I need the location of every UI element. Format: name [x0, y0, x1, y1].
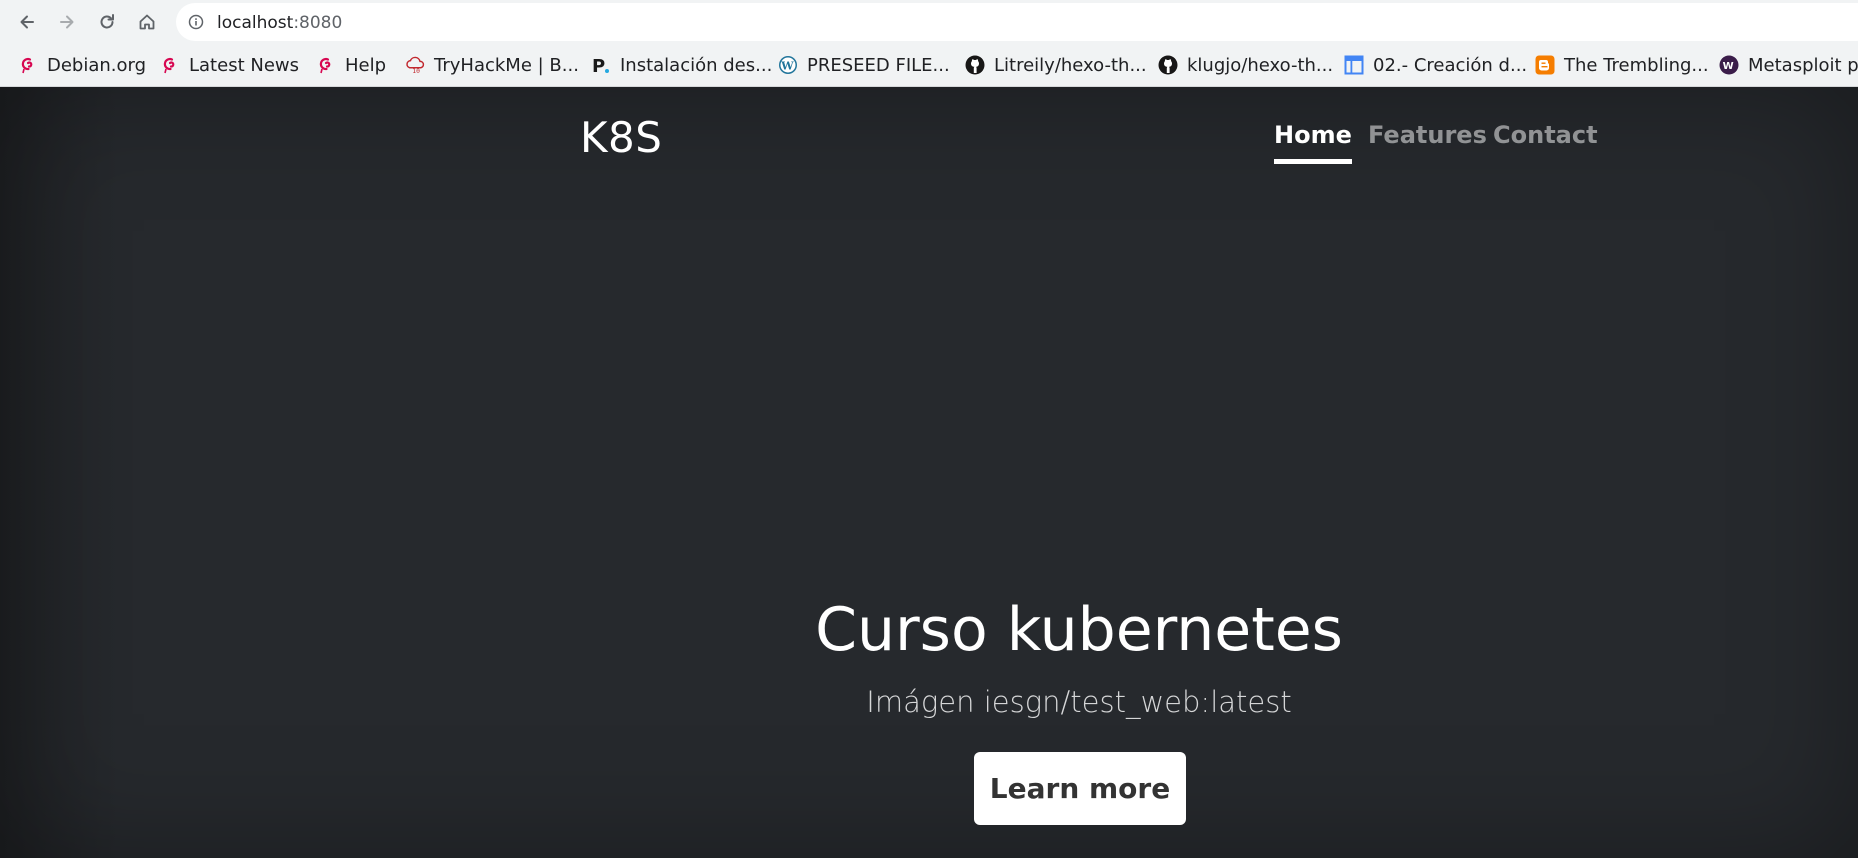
nav-link-contact[interactable]: Contact — [1493, 121, 1598, 159]
reload-icon — [100, 14, 114, 29]
github-icon — [965, 55, 985, 75]
hero-subtitle: Imágen iesgn/test_web:latest — [866, 685, 1292, 719]
url-host: localhost — [217, 13, 294, 33]
learn-more-button[interactable]: Learn more — [974, 752, 1186, 825]
bookmark-debian-org[interactable]: Debian.org — [18, 45, 146, 85]
address-bar[interactable]: localhost:8080 — [176, 3, 1858, 41]
bookmark-creacion[interactable]: 02.- Creación d... — [1344, 45, 1527, 85]
bookmark-label: 02.- Creación d... — [1373, 54, 1528, 76]
bookmark-litreily-hexo[interactable]: Litreily/hexo-th... — [965, 45, 1147, 85]
tryhackme-cloud-icon: 10 — [405, 55, 425, 75]
svg-text:10: 10 — [412, 68, 420, 75]
bookmark-label: Latest News — [189, 54, 299, 76]
back-arrow-icon — [20, 15, 34, 29]
site-brand[interactable]: K8S — [580, 113, 662, 162]
github-icon — [1158, 55, 1178, 75]
page-content: K8S Home Features Contact Curso kubernet… — [0, 87, 1858, 858]
bookmark-help[interactable]: Help — [316, 45, 386, 85]
bookmark-label: Debian.org — [47, 54, 147, 76]
nav-link-features[interactable]: Features — [1368, 121, 1487, 159]
svg-text:W: W — [780, 60, 794, 73]
url-text[interactable]: localhost:8080 — [217, 13, 342, 33]
bookmark-label: Help — [345, 54, 387, 76]
wordpress-icon: W — [778, 55, 798, 75]
nav-link-home[interactable]: Home — [1274, 121, 1352, 164]
svg-text:W: W — [1723, 61, 1734, 72]
google-sites-icon — [1344, 55, 1364, 75]
bookmark-preseed-file[interactable]: W PRESEED FILE... — [778, 45, 950, 85]
home-button[interactable] — [131, 6, 163, 38]
bookmark-label: klugjo/hexo-th... — [1187, 54, 1334, 76]
bookmark-label: PRESEED FILE... — [807, 54, 950, 76]
browser-toolbar: localhost:8080 — [0, 0, 1858, 45]
bookmark-label: The Trembling... — [1564, 54, 1709, 76]
bookmark-label: Instalación des... — [620, 54, 773, 76]
forward-arrow-icon — [60, 15, 74, 29]
bookmark-instalacion[interactable]: P Instalación des... — [591, 45, 772, 85]
bookmark-tryhackme[interactable]: 10 TryHackMe | B... — [405, 45, 579, 85]
bookmark-label: Metasploit pa — [1748, 54, 1858, 76]
svg-text:P: P — [592, 56, 605, 75]
bookmark-klugjo-hexo[interactable]: klugjo/hexo-th... — [1158, 45, 1333, 85]
forward-button[interactable] — [51, 6, 83, 38]
home-icon — [139, 14, 155, 30]
metasploit-icon: W — [1719, 55, 1739, 75]
bookmark-label: TryHackMe | B... — [434, 54, 579, 76]
debian-swirl-icon — [160, 55, 180, 75]
bookmark-latest-news[interactable]: Latest News — [160, 45, 299, 85]
site-info-icon[interactable] — [188, 14, 204, 30]
p-letter-icon: P — [591, 55, 611, 75]
bookmark-metasploit[interactable]: W Metasploit pa — [1719, 45, 1858, 85]
debian-swirl-icon — [18, 55, 38, 75]
debian-swirl-icon — [316, 55, 336, 75]
bookmark-the-trembling[interactable]: The Trembling... — [1535, 45, 1709, 85]
hero-title: Curso kubernetes — [815, 595, 1343, 665]
reload-button[interactable] — [91, 6, 123, 38]
bookmarks-bar: Debian.org Latest News Help 10 TryHackMe… — [0, 45, 1858, 87]
url-port: :8080 — [293, 13, 343, 33]
bookmark-label: Litreily/hexo-th... — [994, 54, 1147, 76]
back-button[interactable] — [11, 6, 43, 38]
blogger-icon — [1535, 55, 1555, 75]
